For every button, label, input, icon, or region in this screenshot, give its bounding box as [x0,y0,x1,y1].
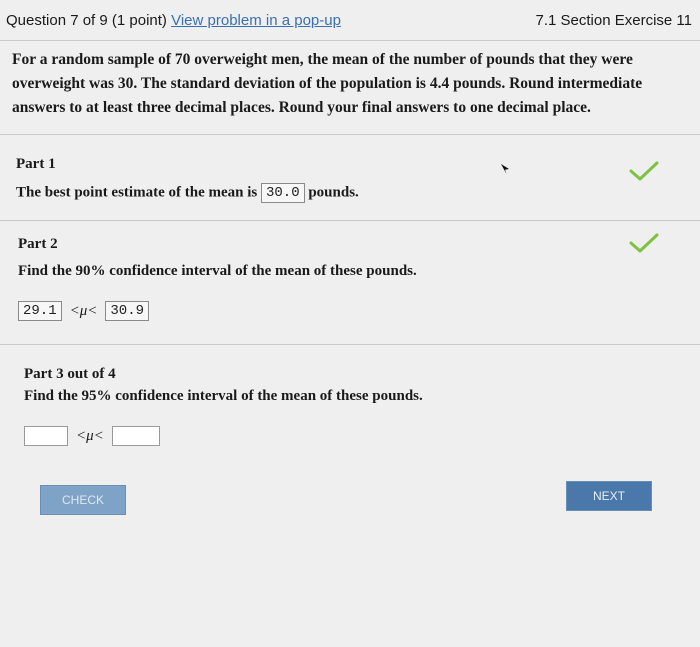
view-popup-link[interactable]: View problem in a pop-up [171,12,341,29]
check-button[interactable]: CHECK [40,485,126,515]
checkmark-icon [629,161,659,181]
mouse-cursor-icon [501,164,509,174]
part1-answer-field[interactable]: 30.0 [260,183,305,203]
part2-prompt: Find the 90% confidence interval of the … [18,263,417,279]
part3-prompt: Find the 95% confidence interval of the … [24,388,423,404]
part1-sentence: The best point estimate of the mean is 3… [16,183,359,203]
part3-lower-field[interactable] [24,426,68,446]
divider [0,220,700,221]
part1-suffix: pounds. [308,184,359,201]
checkmark-icon [629,233,659,253]
part2-title: Part 2 [18,236,58,252]
problem-statement: For a random sample of 70 overweight men… [12,51,643,116]
question-counter: Question 7 of 9 (1 point) View problem i… [6,12,341,29]
part2-lower-field[interactable]: 29.1 [18,301,62,321]
part2-interval: 29.1 <μ< 30.9 [18,301,149,321]
part1-prefix: The best point estimate of the mean is [16,184,258,201]
part3-upper-field[interactable] [111,426,160,446]
part2-upper-field[interactable]: 30.9 [105,301,149,321]
mu-inequality: <μ< [69,302,98,319]
section-label: 7.1 Section Exercise 11 [535,12,692,29]
part3-interval: <μ< [24,426,160,446]
next-button[interactable]: NEXT [566,481,652,511]
question-header-bar: Question 7 of 9 (1 point) View problem i… [0,0,700,41]
divider [0,134,700,135]
divider [0,344,700,345]
part3-title: Part 3 out of 4 [24,366,116,382]
mu-inequality: <μ< [76,427,104,444]
part1-title: Part 1 [16,156,56,172]
question-number: Question 7 of 9 (1 point) [6,12,167,29]
